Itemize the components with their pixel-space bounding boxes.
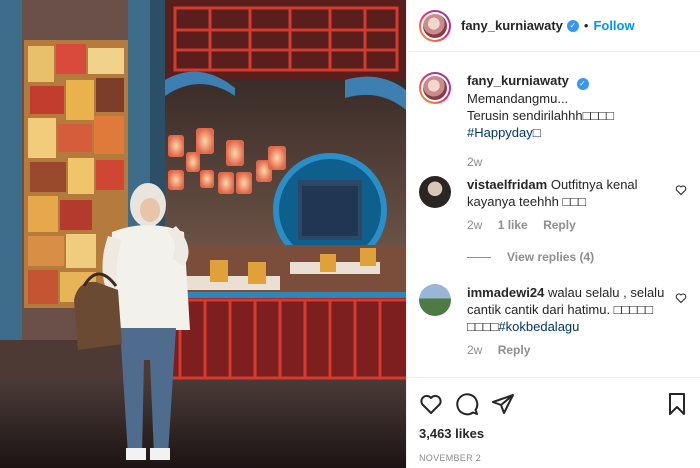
caption: fany_kurniawaty ✓ Memandangmu... Terusin…: [419, 72, 695, 169]
caption-username[interactable]: fany_kurniawaty: [467, 73, 569, 88]
commenter-avatar[interactable]: [419, 284, 451, 316]
post-actions: 3,463 likes NOVEMBER 2: [407, 377, 700, 463]
post-photo[interactable]: [0, 0, 406, 468]
post-header: fany_kurniawaty ✓ • Follow: [407, 0, 700, 52]
comment-time: 2w: [467, 218, 483, 232]
comment-hashtag[interactable]: #kokbedalagu: [498, 319, 579, 334]
replies-divider: [467, 256, 491, 258]
comment-username[interactable]: vistaelfridam: [467, 177, 547, 192]
heart-icon[interactable]: [675, 292, 687, 304]
likes-count[interactable]: 3,463 likes: [419, 426, 689, 441]
reply-button[interactable]: Reply: [498, 343, 531, 357]
comment: vistaelfridam Outfitnya kenal kayanya te…: [419, 176, 695, 232]
caption-hashtag[interactable]: #Happyday□: [467, 125, 541, 140]
comment-username[interactable]: immadewi24: [467, 285, 544, 300]
bookmark-icon[interactable]: [665, 392, 689, 416]
view-replies-button[interactable]: View replies (4): [467, 250, 594, 264]
post-details: fany_kurniawaty ✓ • Follow fany_kurniawa…: [406, 0, 700, 468]
restaurant-photo: [0, 0, 406, 468]
caption-time: 2w: [467, 155, 483, 169]
header-dot: •: [583, 18, 589, 33]
comment-likes[interactable]: 1 like: [498, 218, 528, 232]
post-date: NOVEMBER 2: [419, 453, 482, 463]
heart-icon[interactable]: [675, 184, 687, 196]
comment-icon[interactable]: [455, 392, 479, 416]
heart-icon[interactable]: [419, 392, 443, 416]
verified-icon: ✓: [576, 78, 589, 90]
share-icon[interactable]: [491, 392, 515, 416]
verified-icon: ✓: [566, 19, 579, 32]
commenter-avatar[interactable]: [419, 176, 451, 208]
reply-button[interactable]: Reply: [543, 218, 576, 232]
view-replies-label[interactable]: View replies (4): [507, 250, 594, 264]
caption-avatar[interactable]: [419, 72, 451, 104]
caption-line2: Terusin sendirilahhh□□□□: [467, 108, 615, 123]
author-username[interactable]: fany_kurniawaty: [461, 18, 563, 33]
caption-text: Memandangmu...: [467, 91, 569, 106]
comment-time: 2w: [467, 343, 483, 357]
comments-list[interactable]: fany_kurniawaty ✓ Memandangmu... Terusin…: [407, 60, 700, 380]
comment: immadewi24 walau selalu , selalu cantik …: [419, 284, 695, 357]
author-avatar[interactable]: [419, 9, 451, 42]
follow-button[interactable]: Follow: [593, 18, 634, 33]
